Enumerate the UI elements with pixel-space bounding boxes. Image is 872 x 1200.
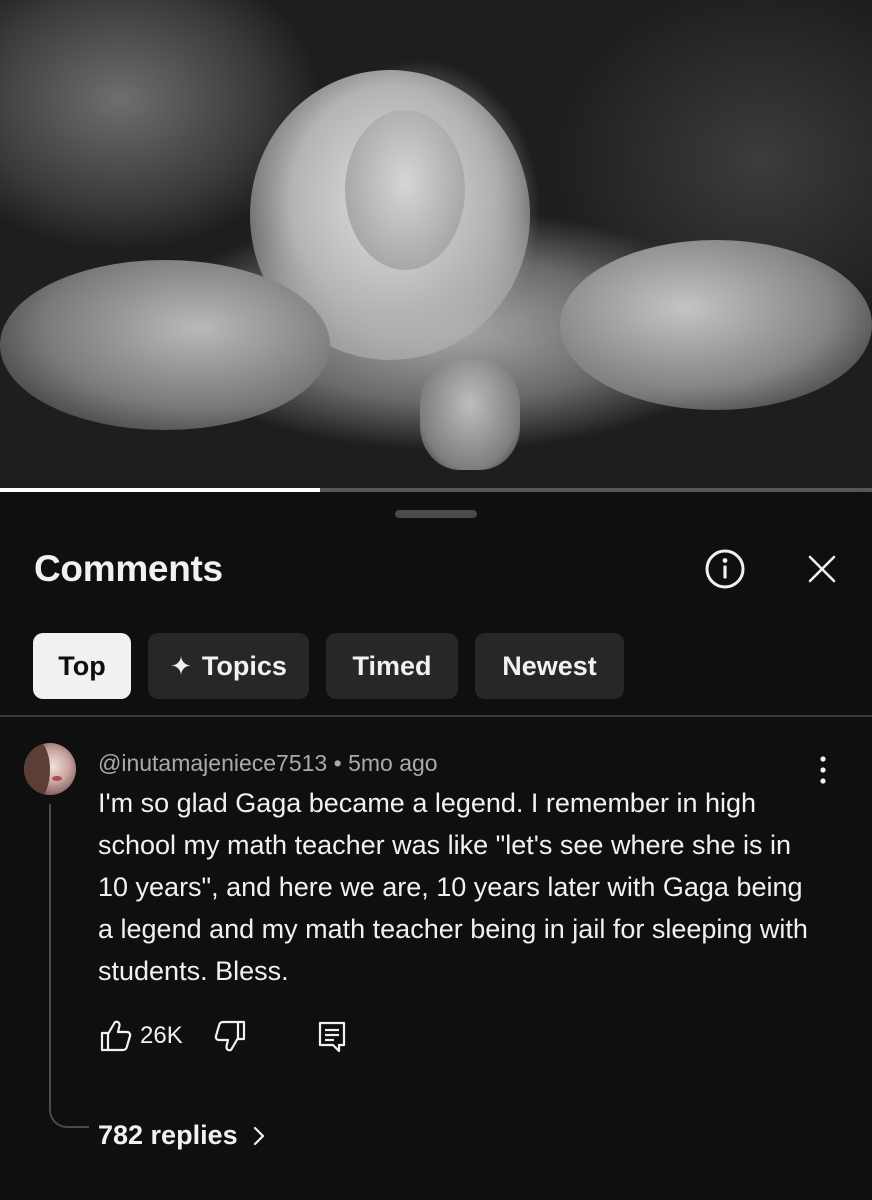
chip-newest[interactable]: Newest (475, 633, 624, 699)
reply-thread-line (49, 804, 89, 1128)
meta-separator: • (327, 750, 349, 776)
video-frame-sleeve-left (0, 260, 330, 430)
comment-text: I'm so glad Gaga became a legend. I reme… (98, 788, 808, 986)
replies-count-label: 782 replies (98, 1120, 238, 1150)
video-frame-bow (420, 360, 520, 470)
panel-title: Comments (34, 548, 223, 589)
chip-top[interactable]: Top (33, 633, 131, 699)
reply-button[interactable] (314, 1016, 350, 1056)
view-replies-link[interactable]: 782 replies (98, 1120, 266, 1151)
drag-handle[interactable] (395, 510, 477, 518)
like-button[interactable] (98, 1016, 134, 1056)
chip-timed-label: Timed (352, 650, 432, 681)
info-button[interactable] (700, 544, 750, 594)
comment-meta: @inutamajeniece7513 • 5mo ago (98, 750, 438, 777)
comment-sort-chips: Top ✦ Topics Timed Newest (33, 633, 624, 699)
avatar-lip (52, 776, 62, 781)
chip-top-label: Top (58, 650, 106, 681)
chevron-right-icon (253, 1126, 264, 1145)
dislike-button[interactable] (212, 1016, 248, 1056)
chip-timed[interactable]: Timed (326, 633, 458, 699)
close-button[interactable] (797, 544, 847, 594)
close-icon (808, 555, 836, 583)
comments-panel: Comments Top ✦ Topics Timed Newest @inut… (0, 492, 872, 1200)
avatar[interactable] (24, 743, 76, 795)
divider (0, 715, 872, 717)
chip-newest-label: Newest (502, 650, 597, 681)
avatar-hair (24, 743, 50, 795)
comment-author[interactable]: @inutamajeniece7513 (98, 750, 327, 776)
info-icon (705, 549, 745, 589)
thumbs-down-icon (214, 1020, 246, 1052)
thumbs-up-icon (100, 1020, 132, 1052)
comment-time: 5mo ago (348, 750, 438, 776)
video-frame-face (345, 110, 465, 270)
sparkle-icon: ✦ (170, 650, 192, 681)
video-player[interactable] (0, 0, 872, 492)
like-count: 26K (140, 1022, 183, 1049)
chip-topics-label: Topics (201, 650, 287, 681)
comment-reply-icon (318, 1021, 346, 1053)
chip-topics[interactable]: ✦ Topics (148, 633, 309, 699)
video-frame-sleeve-right (560, 240, 872, 410)
